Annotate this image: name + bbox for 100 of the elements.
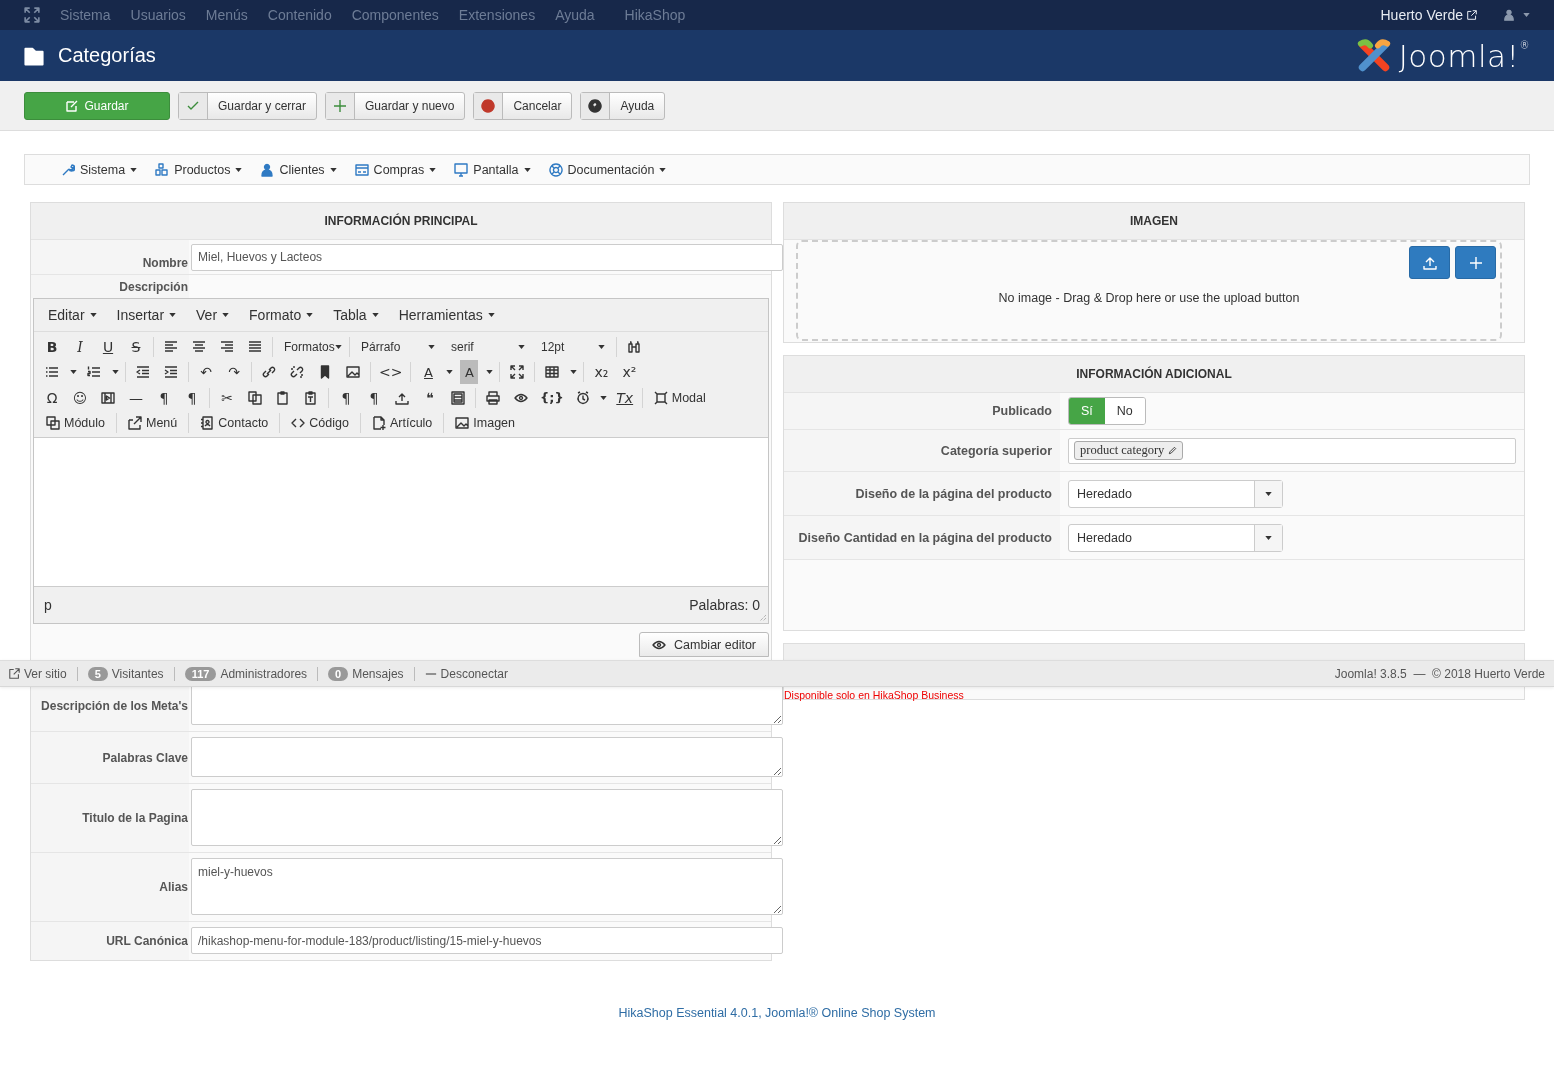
template-icon bbox=[451, 390, 465, 405]
site-link[interactable]: Huerto Verde bbox=[1380, 7, 1477, 23]
menu-item[interactable]: Menús bbox=[205, 7, 248, 23]
resize-grip-icon[interactable] bbox=[759, 614, 767, 622]
omega-button[interactable]: Ω bbox=[38, 385, 66, 410]
italic-button[interactable]: I bbox=[66, 334, 94, 359]
status-item[interactable]: 0 Mensajes bbox=[318, 666, 415, 681]
status-label: Administradores bbox=[220, 666, 308, 681]
layout-select[interactable]: Heredado bbox=[1068, 523, 1283, 552]
toggle-option[interactable]: No bbox=[1104, 398, 1145, 424]
menu-item[interactable]: Ayuda bbox=[555, 7, 595, 23]
menu-item[interactable]: Usuarios bbox=[130, 7, 186, 23]
format-dropdown[interactable]: Párrafo bbox=[353, 334, 443, 359]
caret-icon bbox=[429, 167, 437, 172]
nav-menu-item[interactable]: Compras bbox=[354, 162, 437, 177]
add-button[interactable] bbox=[1455, 246, 1496, 279]
text-field[interactable]: /hikashop-menu-for-module-183/product/listing/15-miel-y-huevos bbox=[191, 927, 783, 954]
pilcrow-button[interactable]: ¶ bbox=[360, 385, 388, 410]
status-item[interactable]: 5 Visitantes bbox=[77, 666, 175, 681]
bold-button[interactable]: B bbox=[38, 334, 66, 359]
nav-menu-item[interactable]: Productos bbox=[155, 162, 243, 177]
editor-menu-item[interactable]: Editar bbox=[38, 307, 107, 323]
caret-icon bbox=[569, 370, 577, 375]
user-icon bbox=[1503, 9, 1515, 21]
redo-button[interactable]: ↷ bbox=[220, 360, 248, 385]
caret-icon bbox=[1523, 13, 1530, 17]
smiley-button[interactable]: ☺ bbox=[66, 385, 94, 410]
plus-button[interactable]: Guardar y nuevo bbox=[325, 91, 466, 120]
subscript-button[interactable]: x₂ bbox=[587, 360, 616, 385]
element-path: p bbox=[44, 597, 52, 613]
pilcrow-button[interactable]: ¶ bbox=[332, 385, 360, 410]
status-item[interactable]: 117 Administradores bbox=[174, 666, 319, 681]
field-label: Descripción de los Meta's bbox=[41, 698, 188, 713]
pilcrow-button[interactable]: ¶ bbox=[150, 385, 178, 410]
menu-item[interactable]: Extensiones bbox=[458, 7, 536, 23]
menu-item[interactable]: Contenido bbox=[267, 7, 332, 23]
field-label: Titulo de la Pagina bbox=[82, 811, 188, 825]
format-dropdown[interactable]: serif bbox=[443, 334, 533, 359]
editor-menu-item[interactable]: Herramientas bbox=[388, 307, 505, 323]
category-tag[interactable]: product category bbox=[1074, 441, 1184, 460]
help-button[interactable]: Ayuda bbox=[580, 91, 666, 120]
upload-button[interactable] bbox=[1409, 246, 1450, 279]
caret-icon bbox=[130, 167, 138, 172]
footer-link[interactable]: HikaShop Essential 4.0.1, Joomla!® Online Shop System bbox=[618, 1006, 936, 1020]
underline-button[interactable]: U bbox=[94, 334, 122, 359]
caret-icon bbox=[235, 167, 243, 172]
logout-link[interactable]: Desconectar bbox=[414, 666, 518, 681]
text-color-button[interactable]: A bbox=[414, 360, 443, 385]
menu-item[interactable]: Sistema bbox=[60, 7, 111, 23]
quote-button[interactable]: ❝ bbox=[416, 385, 444, 410]
layout-select[interactable]: Heredado bbox=[1068, 479, 1283, 508]
editor-menu-item[interactable]: Formato bbox=[239, 307, 324, 323]
wrench-icon bbox=[61, 162, 75, 177]
horizontal-rule-button[interactable]: — bbox=[122, 385, 150, 410]
logo-text: Joomla!$^{®}$ bbox=[1398, 37, 1530, 74]
status-label: Visitantes bbox=[111, 666, 164, 681]
drop-zone[interactable]: No image - Drag & Drop here or use the upload button bbox=[796, 240, 1502, 341]
check-button[interactable]: Guardar y cerrar bbox=[178, 91, 318, 120]
nav-menu-item[interactable]: Sistema bbox=[61, 162, 138, 177]
scissors-button[interactable]: ✂ bbox=[213, 385, 241, 410]
caret-icon bbox=[306, 313, 314, 317]
editor-menu-item[interactable]: Tabla bbox=[323, 307, 389, 323]
availability-notice: Disponible solo en HikaShop Business bbox=[784, 688, 965, 701]
toggle-editor-button[interactable]: Cambiar editor bbox=[639, 632, 769, 657]
code-button[interactable]: <> bbox=[374, 360, 408, 385]
cancel-button[interactable]: Cancelar bbox=[473, 91, 573, 120]
editor-menu-item[interactable]: Ver bbox=[186, 307, 240, 323]
nav-menu-item[interactable]: Clientes bbox=[260, 162, 337, 177]
format-dropdown[interactable]: 12pt bbox=[533, 334, 613, 359]
strike-button[interactable]: S bbox=[122, 334, 150, 359]
caret-icon bbox=[518, 344, 525, 349]
article-button[interactable]: Artículo bbox=[363, 411, 441, 436]
panel-title: INFORMACIÓN ADICIONAL bbox=[784, 356, 1524, 393]
image-icon bbox=[346, 365, 360, 380]
braces-button[interactable]: {;} bbox=[535, 385, 569, 410]
category-field[interactable]: product category bbox=[1068, 437, 1516, 464]
image-button[interactable]: Imagen bbox=[447, 411, 524, 436]
contact-button[interactable]: Contacto bbox=[192, 411, 277, 436]
nav-menu-item[interactable]: Pantalla bbox=[454, 162, 531, 177]
superscript-button[interactable]: x² bbox=[615, 360, 644, 385]
undo-button[interactable]: ↶ bbox=[192, 360, 220, 385]
editor-menu-item[interactable]: Insertar bbox=[106, 307, 187, 323]
caret-icon bbox=[334, 344, 342, 349]
user-menu-button[interactable] bbox=[1503, 9, 1530, 21]
share-button[interactable]: Menú bbox=[120, 411, 186, 436]
pilcrow-button[interactable]: ¶ bbox=[178, 385, 206, 410]
nav-menu-item[interactable]: Documentación bbox=[548, 162, 667, 177]
menu-item[interactable]: HikaShop bbox=[624, 7, 686, 23]
clear-format-button[interactable]: Tx bbox=[610, 385, 639, 410]
modal-button[interactable]: Modal bbox=[645, 385, 714, 410]
view-site-link[interactable]: Ver sitio bbox=[9, 666, 78, 681]
menu-item[interactable]: Componentes bbox=[351, 7, 439, 23]
highlight-button[interactable]: A bbox=[460, 360, 479, 385]
name-field[interactable]: Miel, Huevos y Lacteos bbox=[191, 243, 783, 271]
format-dropdown[interactable]: Formatos bbox=[276, 334, 346, 359]
text-area[interactable]: miel-y-huevos bbox=[191, 858, 783, 915]
module-button[interactable]: Módulo bbox=[38, 411, 113, 436]
save-icon bbox=[65, 98, 80, 113]
modal-icon bbox=[653, 390, 668, 405]
code-button[interactable]: Código bbox=[283, 411, 357, 436]
